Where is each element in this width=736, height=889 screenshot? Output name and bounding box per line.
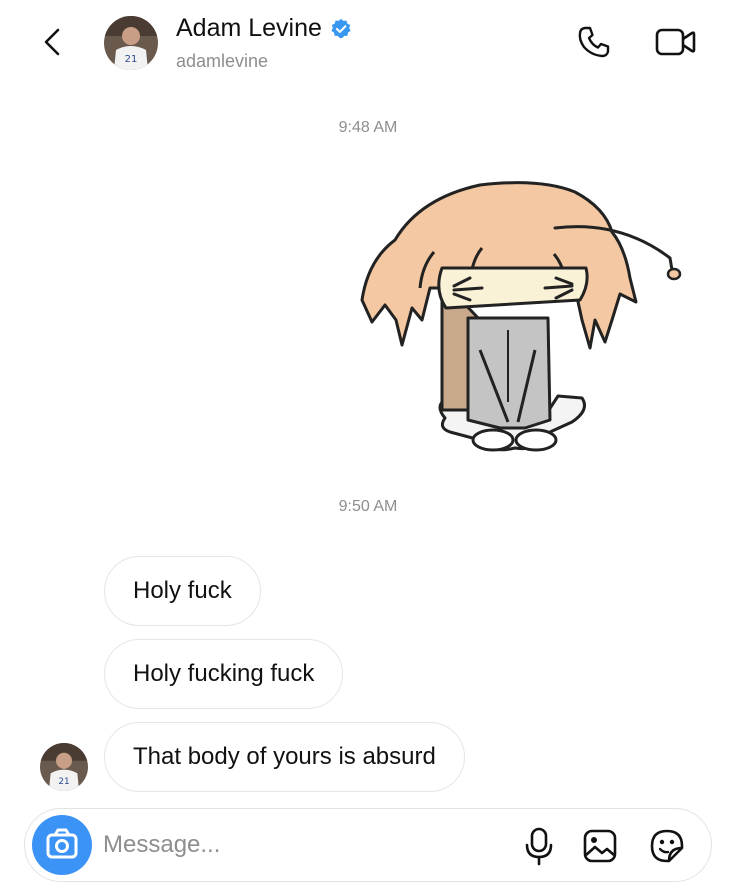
- anime-girl-sticker-icon: [360, 181, 682, 452]
- phone-icon: [578, 26, 610, 58]
- chevron-left-icon: [44, 28, 60, 56]
- header-avatar[interactable]: 21: [104, 16, 158, 70]
- received-message-bubble[interactable]: Holy fucking fuck: [104, 639, 344, 709]
- avatar-photo: 21: [104, 16, 158, 70]
- received-message-bubble[interactable]: Holy fuck: [104, 556, 261, 626]
- dm-screen: 21 Adam Levine adamlevine 9:48 AM 9:50 A…: [0, 0, 736, 889]
- verified-badge-icon: [331, 18, 351, 38]
- camera-icon: [46, 828, 78, 859]
- back-button[interactable]: [34, 22, 74, 62]
- voice-message-button[interactable]: [519, 825, 559, 867]
- microphone-icon: [525, 827, 553, 866]
- contact-username: adamlevine: [176, 51, 269, 71]
- sender-avatar[interactable]: 21: [40, 743, 88, 791]
- message-text: That body of yours is absurd: [133, 743, 436, 770]
- camera-button[interactable]: [32, 815, 92, 875]
- video-call-button[interactable]: [652, 22, 702, 62]
- message-text: Holy fuck: [133, 577, 232, 604]
- svg-text:21: 21: [125, 54, 138, 65]
- sticker-smiley-icon: [650, 829, 684, 863]
- contact-name: Adam Levine: [176, 14, 322, 42]
- message-timestamp: 9:50 AM: [338, 498, 398, 515]
- gallery-button[interactable]: [580, 826, 620, 866]
- message-text: Holy fucking fuck: [133, 660, 315, 687]
- sticker-button[interactable]: [647, 826, 687, 866]
- sent-sticker[interactable]: [350, 170, 700, 470]
- message-timestamp: 9:48 AM: [338, 119, 398, 136]
- avatar-photo: 21: [40, 743, 88, 791]
- received-message-bubble[interactable]: That body of yours is absurd: [104, 722, 465, 792]
- message-input[interactable]: [103, 825, 503, 865]
- svg-text:21: 21: [58, 777, 69, 787]
- chat-header: 21 Adam Levine adamlevine: [0, 0, 736, 100]
- message-composer: [24, 808, 712, 882]
- video-camera-icon: [655, 28, 696, 56]
- contact-name-row[interactable]: Adam Levine: [176, 14, 352, 43]
- image-icon: [583, 829, 617, 863]
- audio-call-button[interactable]: [574, 22, 614, 62]
